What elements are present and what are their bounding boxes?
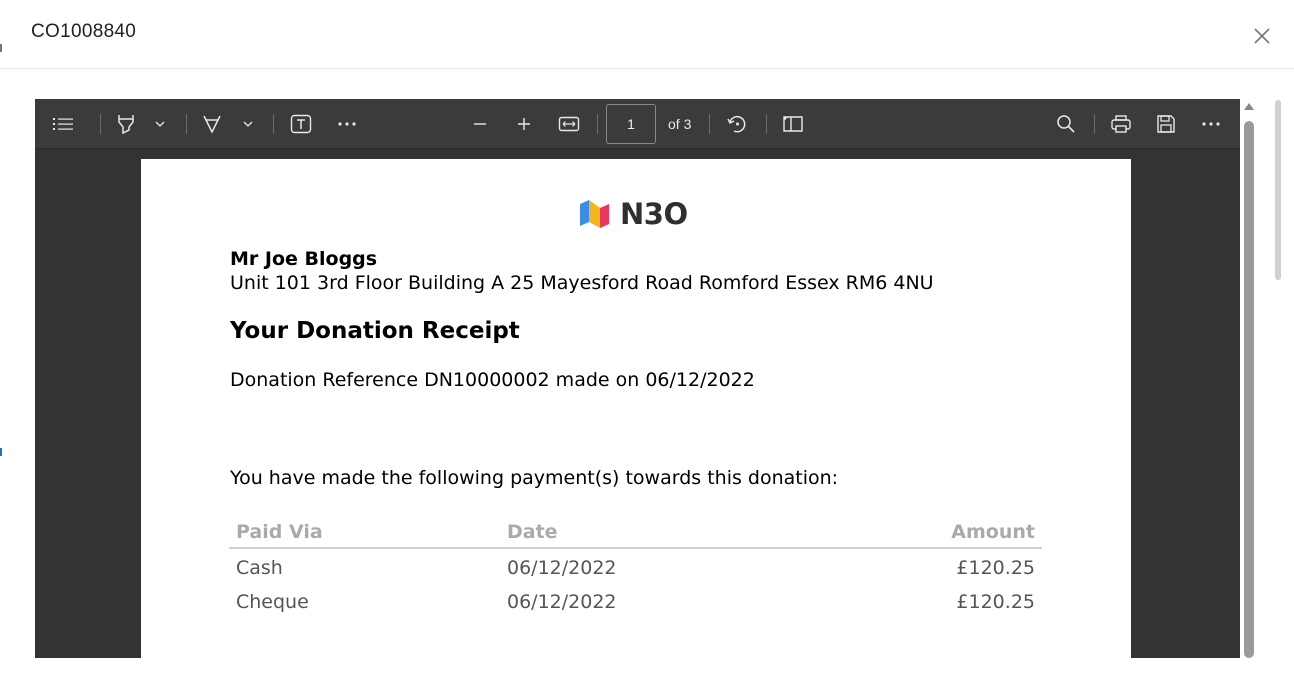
fit-width-icon[interactable] xyxy=(557,113,581,135)
page-number-input[interactable]: 1 xyxy=(606,104,656,144)
text-icon[interactable] xyxy=(289,113,313,135)
chevron-down-icon[interactable] xyxy=(241,116,255,132)
page-count: of 3 xyxy=(668,116,692,132)
column-header-paid-via: Paid Via xyxy=(229,516,500,549)
cell-amount: £120.25 xyxy=(956,591,1035,613)
toolbar-separator xyxy=(186,114,187,134)
logo-text: N3O xyxy=(620,197,688,231)
cell-date: 06/12/2022 xyxy=(507,556,617,579)
donor-name: Mr Joe Bloggs xyxy=(230,248,378,270)
zoom-in-icon[interactable] xyxy=(513,113,535,135)
toolbar-separator xyxy=(709,114,710,134)
table-row: Cheque 06/12/2022 £120.25 xyxy=(229,584,1042,620)
contents-icon[interactable] xyxy=(50,112,76,136)
column-header-date: Date xyxy=(500,516,790,549)
dialog-title: CO1008840 xyxy=(31,21,137,42)
more-icon[interactable] xyxy=(1199,113,1223,135)
cell-date: 06/12/2022 xyxy=(507,591,617,613)
edge-marker xyxy=(0,448,2,456)
dialog-scroll-thumb[interactable] xyxy=(1275,100,1281,280)
viewer-scroll-thumb[interactable] xyxy=(1244,121,1254,658)
highlight-icon[interactable] xyxy=(115,112,137,136)
toolbar-separator xyxy=(597,114,598,134)
pdf-toolbar: 1 of 3 xyxy=(35,99,1240,149)
save-icon[interactable] xyxy=(1155,113,1177,135)
toolbar-separator xyxy=(100,114,101,134)
close-icon[interactable] xyxy=(1250,24,1274,48)
donor-address: Unit 101 3rd Floor Building A 25 Mayesfo… xyxy=(230,272,934,294)
zoom-out-icon[interactable] xyxy=(469,113,491,135)
scroll-up-arrow-icon[interactable] xyxy=(1244,103,1254,110)
more-icon[interactable] xyxy=(335,113,359,135)
cell-paid-via: Cash xyxy=(236,556,283,579)
page-view-icon[interactable] xyxy=(781,113,805,135)
chevron-down-icon[interactable] xyxy=(153,116,167,132)
n3o-logo: N3O xyxy=(578,197,688,231)
receipt-heading: Your Donation Receipt xyxy=(230,318,520,344)
cell-amount: £120.25 xyxy=(956,556,1035,579)
print-icon[interactable] xyxy=(1109,113,1133,135)
rotate-icon[interactable] xyxy=(725,112,749,136)
document-dialog: CO1008840 1 of 3 N3O Mr Joe Bloggs Unit … xyxy=(0,0,1294,688)
edge-marker xyxy=(0,44,2,52)
payments-table: Paid Via Date Amount Cash 06/12/2022 £12… xyxy=(229,516,1042,620)
table-row: Cash 06/12/2022 £120.25 xyxy=(229,548,1042,584)
toolbar-separator xyxy=(766,114,767,134)
toolbar-separator xyxy=(1094,114,1095,134)
donation-reference: Donation Reference DN10000002 made on 06… xyxy=(230,369,755,391)
search-icon[interactable] xyxy=(1054,113,1078,135)
payments-intro: You have made the following payment(s) t… xyxy=(230,467,839,489)
dialog-header: CO1008840 xyxy=(0,0,1294,69)
n3o-logo-mark xyxy=(580,200,609,228)
table-header-row: Paid Via Date Amount xyxy=(229,516,1042,549)
draw-icon[interactable] xyxy=(201,112,223,136)
cell-paid-via: Cheque xyxy=(236,591,309,613)
pdf-page: N3O Mr Joe Bloggs Unit 101 3rd Floor Bui… xyxy=(141,159,1131,658)
toolbar-separator xyxy=(273,114,274,134)
column-header-amount: Amount xyxy=(790,516,1042,549)
pdf-viewer: 1 of 3 N3O Mr Joe Bloggs Unit 101 3rd Fl… xyxy=(35,99,1240,658)
